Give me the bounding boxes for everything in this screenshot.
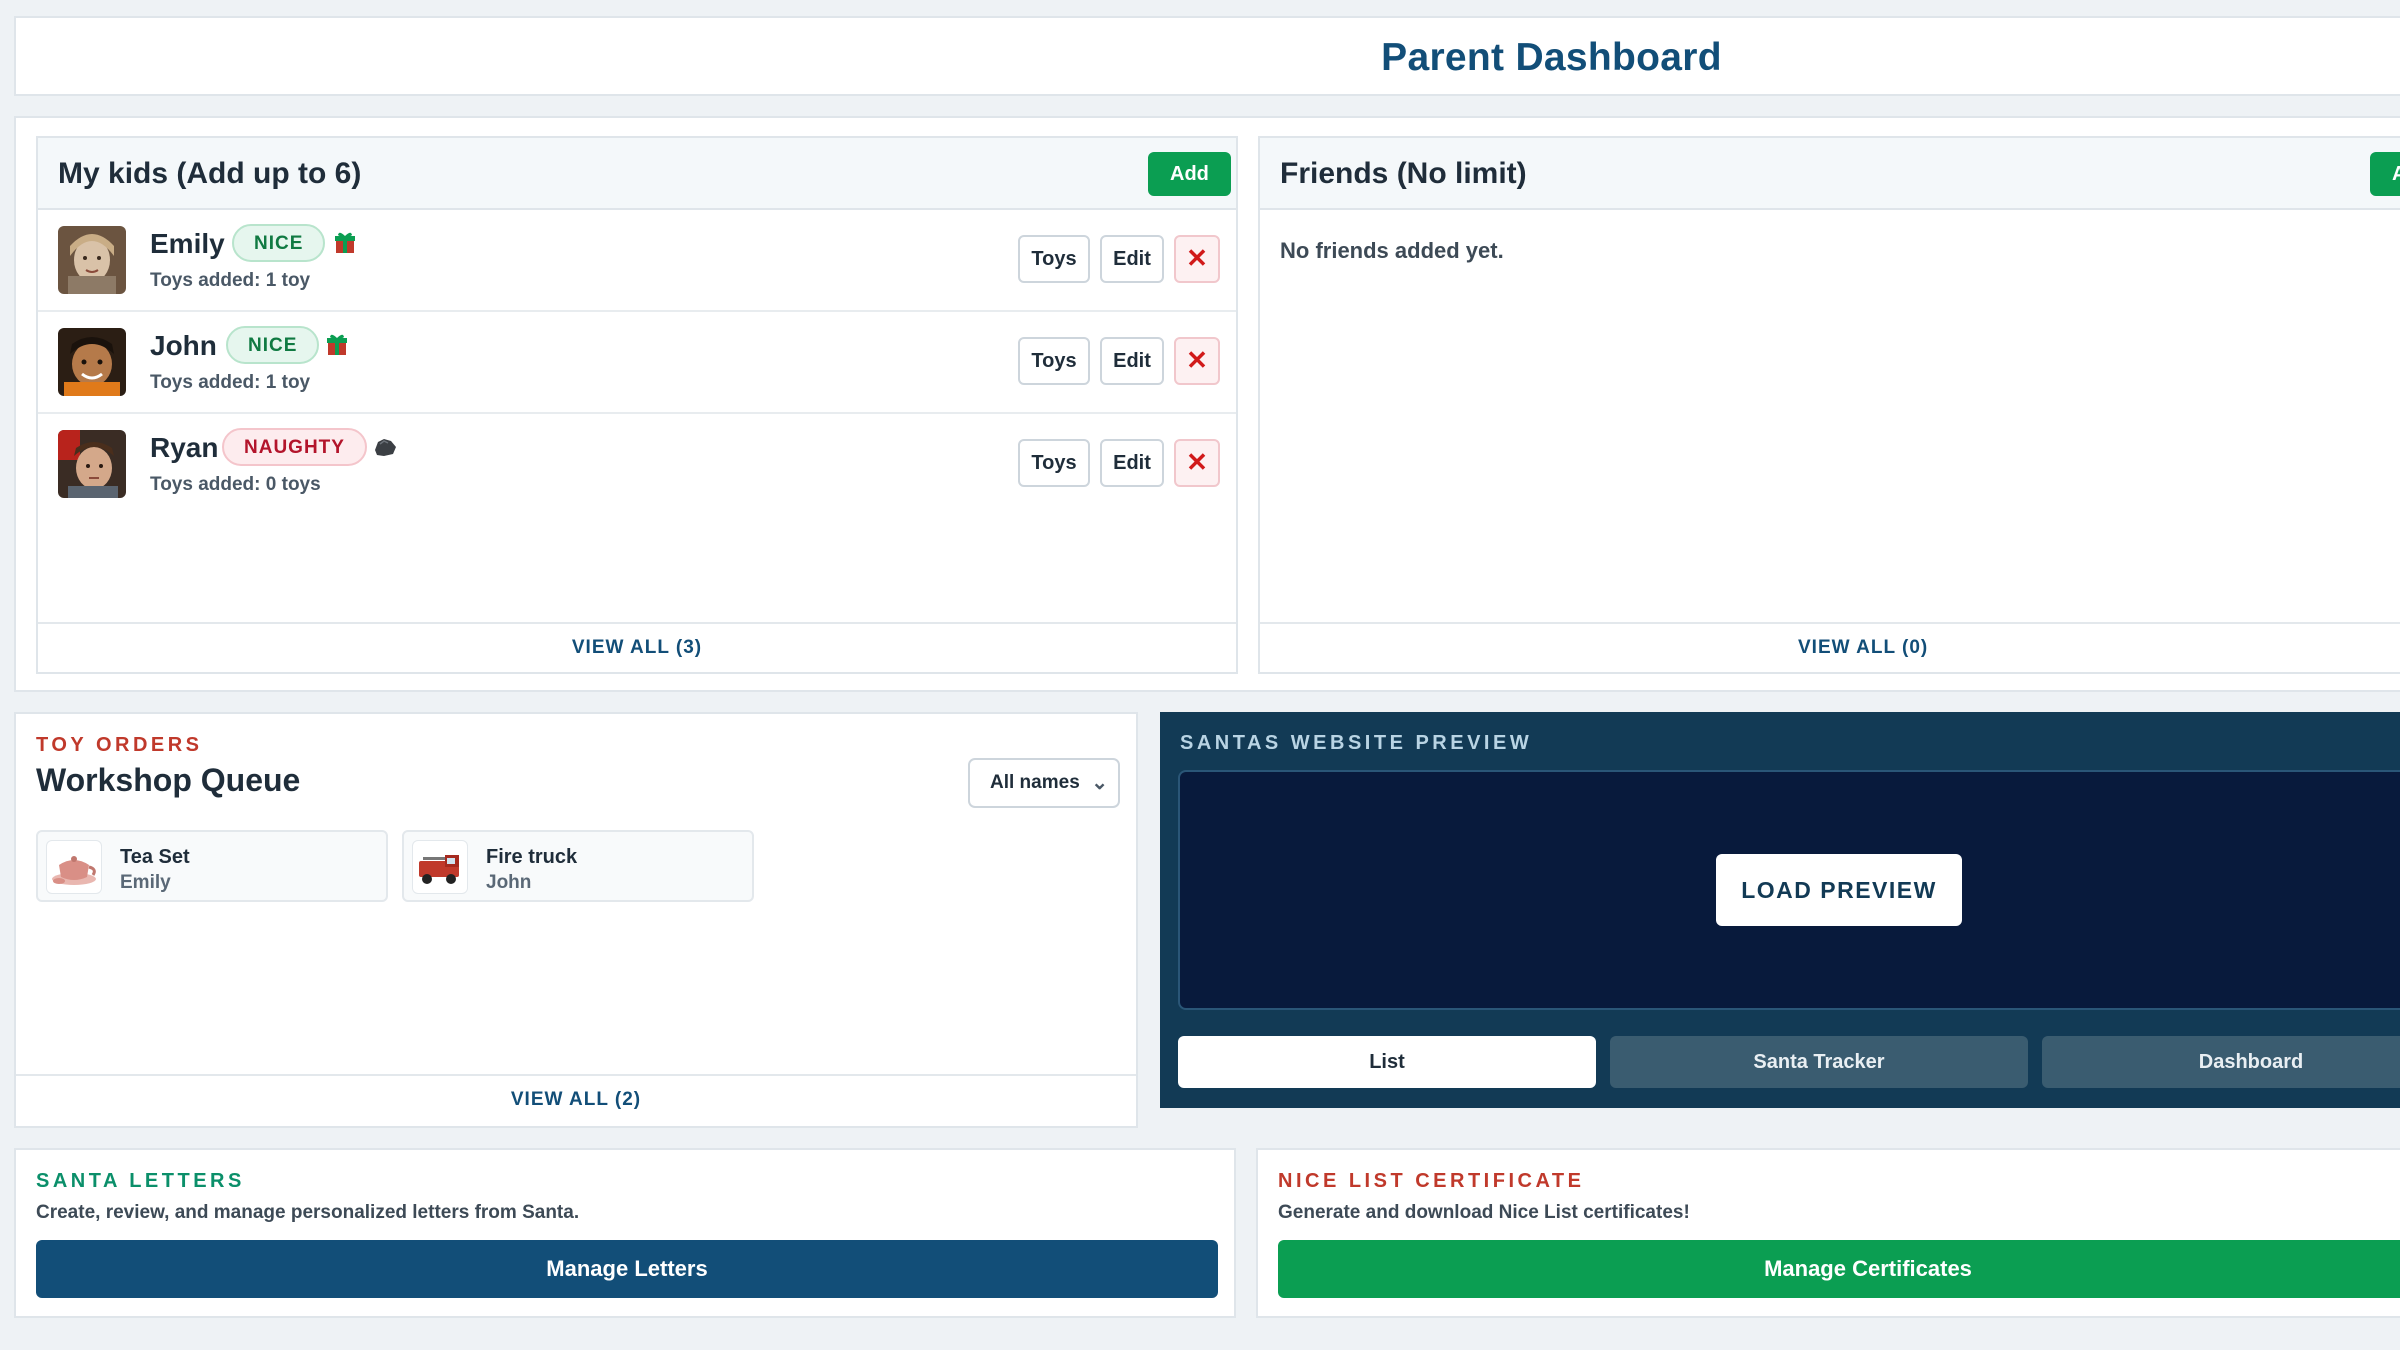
website-preview-panel: SANTAS WEBSITE PREVIEW LOAD PREVIEW List… — [1160, 712, 2400, 1108]
status-badge: NICE — [232, 224, 326, 262]
view-all-kids-link[interactable]: VIEW ALL (3) — [38, 622, 1236, 672]
kids-card-header: My kids (Add up to 6) Add — [38, 138, 1236, 210]
toys-button[interactable]: Toys — [1018, 337, 1090, 385]
view-all-friends-link[interactable]: VIEW ALL (0) — [1260, 622, 2400, 672]
gift-icon — [326, 332, 348, 356]
toy-kid-name: Emily — [120, 872, 171, 893]
delete-button[interactable]: ✕ — [1174, 439, 1220, 487]
view-all-orders-link[interactable]: VIEW ALL (2) — [16, 1074, 1136, 1126]
santa-letters-panel: SANTA LETTERS Create, review, and manage… — [14, 1148, 1236, 1318]
header-bar: Parent Dashboard — [14, 16, 2400, 96]
kids-card: My kids (Add up to 6) Add Emily NICE Toy… — [36, 136, 1238, 674]
preview-screen: LOAD PREVIEW — [1178, 770, 2400, 1010]
avatar — [58, 226, 126, 294]
kid-row-john: John NICE Toys added: 1 toy Toys Edit ✕ — [38, 312, 1236, 414]
avatar — [58, 328, 126, 396]
tab-santa-tracker[interactable]: Santa Tracker — [1610, 1036, 2028, 1088]
friends-card: Friends (No limit) A No friends added ye… — [1258, 136, 2400, 674]
friends-empty-text: No friends added yet. — [1280, 238, 1504, 263]
toys-button[interactable]: Toys — [1018, 235, 1090, 283]
kid-row-emily: Emily NICE Toys added: 1 toy Toys Edit ✕ — [38, 210, 1236, 312]
toy-orders-panel: TOY ORDERS Workshop Queue All names ⌄ Te… — [14, 712, 1138, 1128]
tea-set-icon — [46, 840, 102, 894]
avatar — [58, 430, 126, 498]
kid-row-ryan: Ryan NAUGHTY Toys added: 0 toys Toys Edi… — [38, 414, 1236, 516]
coal-icon — [372, 434, 398, 458]
tab-list[interactable]: List — [1178, 1036, 1596, 1088]
manage-letters-button[interactable]: Manage Letters — [36, 1240, 1218, 1298]
name-filter-value: All names — [990, 772, 1080, 793]
kid-name: Ryan — [150, 432, 219, 463]
delete-button[interactable]: ✕ — [1174, 235, 1220, 283]
delete-button[interactable]: ✕ — [1174, 337, 1220, 385]
kids-card-title: My kids (Add up to 6) — [58, 157, 362, 190]
workshop-queue-title: Workshop Queue — [36, 762, 301, 798]
page-title: Parent Dashboard — [1381, 36, 1722, 79]
santa-letters-eyebrow: SANTA LETTERS — [36, 1170, 245, 1192]
manage-certificates-button[interactable]: Manage Certificates — [1278, 1240, 2400, 1298]
toy-name: Fire truck — [486, 846, 578, 868]
tab-dashboard[interactable]: Dashboard — [2042, 1036, 2400, 1088]
load-preview-button[interactable]: LOAD PREVIEW — [1716, 854, 1962, 926]
add-friend-button[interactable]: A — [2370, 152, 2400, 196]
toys-button[interactable]: Toys — [1018, 439, 1090, 487]
edit-button[interactable]: Edit — [1100, 337, 1164, 385]
top-section: My kids (Add up to 6) Add Emily NICE Toy… — [14, 116, 2400, 692]
toys-added-text: Toys added: 1 toy — [150, 372, 311, 393]
toy-order-item[interactable]: Tea Set Emily — [36, 830, 388, 902]
toys-added-text: Toys added: 1 toy — [150, 270, 311, 291]
gift-icon — [334, 230, 356, 254]
add-kid-button[interactable]: Add — [1148, 152, 1231, 196]
kid-name: John — [150, 330, 217, 361]
toy-order-item[interactable]: Fire truck John — [402, 830, 754, 902]
toy-orders-eyebrow: TOY ORDERS — [36, 734, 203, 756]
fire-truck-icon — [412, 840, 468, 894]
name-filter-select[interactable]: All names ⌄ — [968, 758, 1120, 808]
status-badge: NICE — [226, 326, 320, 364]
friends-card-title: Friends (No limit) — [1280, 157, 1527, 190]
toy-kid-name: John — [486, 872, 532, 893]
edit-button[interactable]: Edit — [1100, 439, 1164, 487]
chevron-down-icon: ⌄ — [1091, 772, 1108, 794]
santa-letters-description: Create, review, and manage personalized … — [36, 1202, 580, 1223]
nice-list-certificate-panel: NICE LIST CERTIFICATE Generate and downl… — [1256, 1148, 2400, 1318]
certificate-eyebrow: NICE LIST CERTIFICATE — [1278, 1170, 1585, 1192]
toy-name: Tea Set — [120, 846, 190, 868]
toys-added-text: Toys added: 0 toys — [150, 474, 321, 495]
kid-name: Emily — [150, 228, 225, 259]
status-badge: NAUGHTY — [222, 428, 367, 466]
friends-card-header: Friends (No limit) A — [1260, 138, 2400, 210]
certificate-description: Generate and download Nice List certific… — [1278, 1202, 1690, 1223]
preview-eyebrow: SANTAS WEBSITE PREVIEW — [1180, 732, 1533, 754]
edit-button[interactable]: Edit — [1100, 235, 1164, 283]
